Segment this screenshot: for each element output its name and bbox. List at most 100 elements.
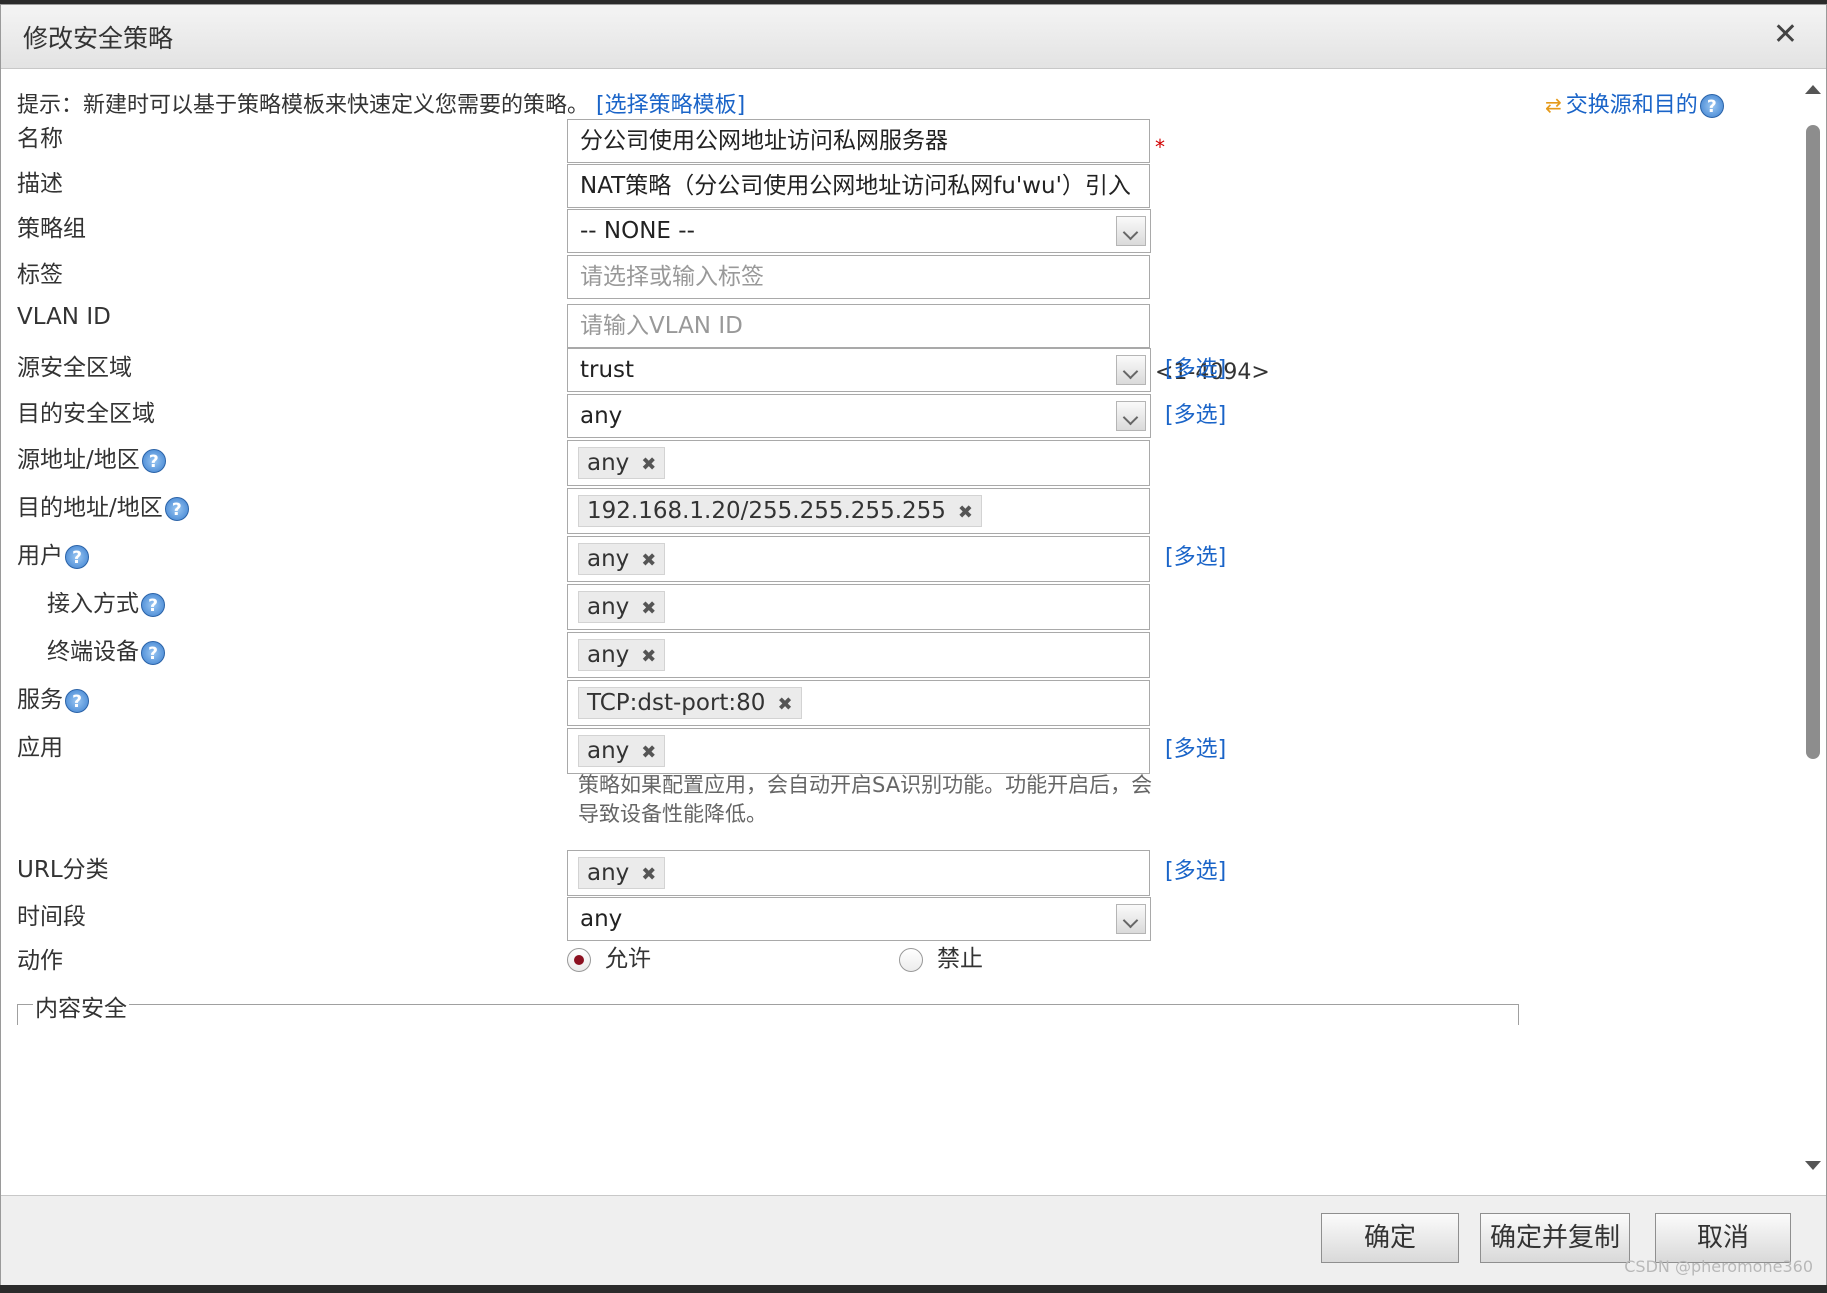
tag-text: any: [587, 860, 630, 886]
hint-text: 提示：新建时可以基于策略模板来快速定义您需要的策略。 [选择策略模板]: [17, 87, 745, 119]
user-box[interactable]: any ✖: [567, 536, 1150, 582]
help-icon[interactable]: ?: [141, 448, 166, 473]
remove-tag-icon[interactable]: ✖: [641, 742, 656, 763]
help-icon[interactable]: ?: [1699, 94, 1724, 118]
tags-input[interactable]: 请选择或输入标签: [567, 255, 1150, 299]
tag-text: any: [587, 642, 630, 668]
swap-icon: ⇄: [1545, 93, 1562, 117]
content-security-title: 内容安全: [33, 989, 129, 1023]
user-multi-link[interactable]: [多选]: [1165, 539, 1226, 571]
app-label: 应用: [17, 735, 63, 761]
scroll-thumb[interactable]: [1806, 125, 1820, 759]
tag-text: any: [587, 738, 630, 764]
remove-tag-icon[interactable]: ✖: [641, 598, 656, 619]
dst-addr-label: 目的地址/地区?: [17, 488, 189, 522]
help-icon[interactable]: ?: [141, 592, 165, 617]
group-label: 策略组: [17, 216, 86, 242]
service-tag: TCP:dst-port:80 ✖: [578, 687, 802, 719]
group-value: -- NONE --: [580, 218, 695, 244]
user-label: 用户?: [17, 536, 89, 570]
src-zone-select[interactable]: trust: [567, 348, 1151, 392]
dst-addr-box[interactable]: 192.168.1.20/255.255.255.255 ✖: [567, 488, 1150, 534]
vlan-label: VLAN ID: [17, 304, 111, 330]
vlan-input[interactable]: 请输入VLAN ID: [567, 304, 1150, 348]
help-icon[interactable]: ?: [65, 688, 89, 713]
swap-label: 交换源和目的: [1565, 93, 1698, 118]
service-box[interactable]: TCP:dst-port:80 ✖: [567, 680, 1150, 726]
action-allow-option[interactable]: 允许: [567, 939, 651, 973]
required-mark: *: [1155, 135, 1165, 159]
scroll-up-icon[interactable]: [1805, 85, 1821, 94]
dialog-title: 修改安全策略: [23, 24, 174, 53]
ok-button[interactable]: 确定: [1321, 1213, 1459, 1263]
tag-text: any: [587, 450, 630, 476]
radio-allow[interactable]: [567, 947, 591, 972]
time-value: any: [580, 906, 623, 932]
help-icon[interactable]: ?: [65, 544, 89, 569]
hint-message: 提示：新建时可以基于策略模板来快速定义您需要的策略。: [17, 93, 590, 118]
terminal-box[interactable]: any ✖: [567, 632, 1150, 678]
help-icon[interactable]: ?: [141, 640, 165, 665]
user-label-text: 用户: [17, 543, 63, 569]
terminal-tag: any ✖: [578, 639, 666, 671]
dialog-footer: 确定 确定并复制 取消: [1, 1195, 1826, 1286]
action-label: 动作: [17, 948, 63, 974]
tag-text: any: [587, 546, 630, 572]
time-label: 时间段: [17, 904, 86, 930]
access-label-text: 接入方式: [47, 591, 139, 617]
src-zone-label: 源安全区域: [17, 355, 132, 381]
terminal-label-text: 终端设备: [47, 639, 139, 665]
name-input[interactable]: 分公司使用公网地址访问私网服务器: [567, 119, 1150, 163]
form-content: 提示：新建时可以基于策略模板来快速定义您需要的策略。 [选择策略模板] ⇄ 交换源…: [1, 69, 1801, 1191]
help-icon[interactable]: ?: [164, 496, 189, 521]
chevron-down-icon[interactable]: [1116, 216, 1146, 246]
url-multi-link[interactable]: [多选]: [1165, 853, 1226, 885]
url-label: URL分类: [17, 857, 109, 883]
src-addr-box[interactable]: any ✖: [567, 440, 1150, 486]
remove-tag-icon[interactable]: ✖: [777, 694, 792, 715]
remove-tag-icon[interactable]: ✖: [641, 550, 656, 571]
app-multi-link[interactable]: [多选]: [1165, 731, 1226, 763]
ok-copy-button[interactable]: 确定并复制: [1480, 1213, 1630, 1263]
chevron-down-icon[interactable]: [1116, 355, 1146, 385]
remove-tag-icon[interactable]: ✖: [641, 646, 656, 667]
src-zone-multi-link[interactable]: [多选]: [1165, 351, 1226, 383]
edit-security-policy-dialog: 修改安全策略 ✕ 提示：新建时可以基于策略模板来快速定义您需要的策略。 [选择策…: [0, 4, 1827, 1286]
remove-tag-icon[interactable]: ✖: [641, 454, 656, 475]
user-tag: any ✖: [578, 543, 666, 575]
deny-label: 禁止: [937, 946, 983, 972]
allow-label: 允许: [605, 946, 651, 972]
time-select[interactable]: any: [567, 897, 1151, 941]
action-deny-option[interactable]: 禁止: [899, 939, 983, 973]
src-addr-label-text: 源地址/地区: [17, 447, 140, 473]
swap-src-dst[interactable]: ⇄ 交换源和目的?: [1545, 87, 1724, 119]
chevron-down-icon[interactable]: [1116, 904, 1146, 934]
content-security-section: [17, 1004, 1519, 1025]
url-tag: any ✖: [578, 857, 666, 889]
scroll-down-icon[interactable]: [1805, 1161, 1821, 1170]
app-box[interactable]: any ✖: [567, 728, 1150, 774]
close-icon[interactable]: ✕: [1773, 17, 1798, 52]
dialog-titlebar: 修改安全策略 ✕: [1, 5, 1826, 69]
src-addr-label: 源地址/地区?: [17, 440, 166, 474]
remove-tag-icon[interactable]: ✖: [641, 864, 656, 885]
dst-zone-multi-link[interactable]: [多选]: [1165, 397, 1226, 429]
bottom-strip: [0, 1285, 1827, 1293]
select-template-link[interactable]: [选择策略模板]: [596, 93, 745, 118]
url-box[interactable]: any ✖: [567, 850, 1150, 896]
access-label: 接入方式?: [47, 584, 165, 618]
name-label: 名称: [17, 126, 63, 152]
radio-deny[interactable]: [899, 947, 923, 972]
desc-input[interactable]: NAT策略（分公司使用公网地址访问私网fu'wu'）引入: [567, 164, 1150, 208]
service-label-text: 服务: [17, 687, 63, 713]
chevron-down-icon[interactable]: [1116, 401, 1146, 431]
tags-label: 标签: [17, 262, 63, 288]
access-box[interactable]: any ✖: [567, 584, 1150, 630]
cancel-button[interactable]: 取消: [1655, 1213, 1791, 1263]
remove-tag-icon[interactable]: ✖: [958, 502, 973, 523]
group-select[interactable]: -- NONE --: [567, 209, 1151, 253]
vertical-scrollbar[interactable]: [1802, 77, 1824, 1177]
dst-addr-label-text: 目的地址/地区: [17, 495, 163, 521]
dst-zone-select[interactable]: any: [567, 394, 1151, 438]
tag-text: TCP:dst-port:80: [587, 690, 766, 716]
